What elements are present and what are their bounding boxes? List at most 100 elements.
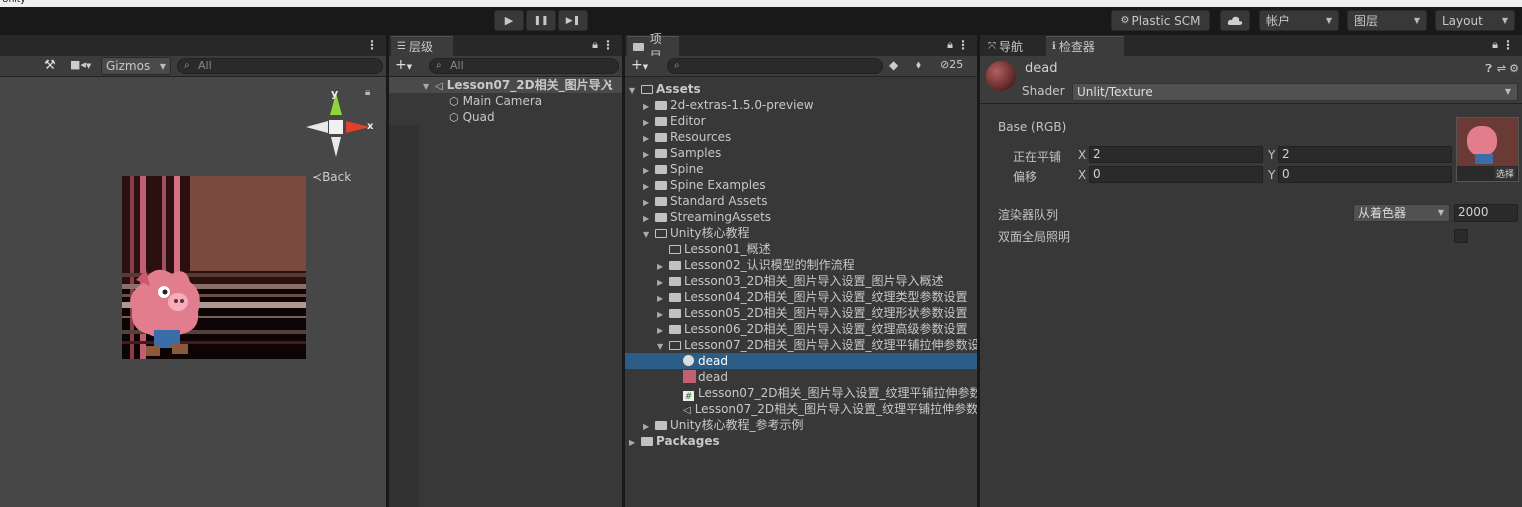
cloud-button[interactable] <box>1220 10 1250 31</box>
texture-slot[interactable]: 选择 <box>1456 117 1519 182</box>
lock-icon[interactable]: 🔒︎ <box>947 38 953 52</box>
folder-icon <box>669 261 681 270</box>
lock-icon[interactable]: 🔒︎ <box>365 87 370 98</box>
settings-gear-icon[interactable]: ⚙ <box>1509 62 1519 75</box>
folder-row[interactable]: Lesson01_概述 <box>657 241 771 257</box>
offset-x-label: X <box>1078 168 1087 182</box>
hidden-packages-toggle[interactable]: ⊘25 <box>940 58 963 71</box>
folder-row[interactable]: ▶ Spine <box>643 161 704 177</box>
folder-row[interactable]: ▶ Unity核心教程_参考示例 <box>643 417 804 433</box>
folder-row[interactable]: ▼ Unity核心教程 <box>643 225 750 241</box>
folder-icon <box>669 293 681 302</box>
folder-row[interactable]: ▶ 2d-extras-1.5.0-preview <box>643 97 814 113</box>
render-queue-value-field[interactable]: 2000 <box>1454 204 1518 222</box>
scene-search-input[interactable]: ⌕ All <box>177 58 383 74</box>
filter-by-label-icon[interactable]: ⬧ <box>916 58 921 72</box>
tab-navigation[interactable]: ⤧ 导航 <box>982 36 1044 56</box>
more-options-icon[interactable]: ⋮ <box>957 38 969 52</box>
layout-dropdown[interactable]: Layout ▼ <box>1435 10 1515 31</box>
step-button[interactable]: ▶❚ <box>558 10 588 31</box>
more-options-icon[interactable]: ⋮ <box>604 77 616 93</box>
more-options-icon[interactable]: ⋮ <box>366 38 378 52</box>
folder-row[interactable]: ▶ Lesson05_2D相关_图片导入设置_纹理形状参数设置 <box>657 305 967 321</box>
folder-icon <box>655 197 667 206</box>
offset-y-field[interactable]: 0 <box>1278 166 1452 183</box>
hierarchy-item[interactable]: ⬡ Quad <box>449 109 495 125</box>
folder-row[interactable]: ▶ StreamingAssets <box>643 209 771 225</box>
folder-row[interactable]: ▶ Editor <box>643 113 706 129</box>
camera-icon[interactable]: ■◂▼ <box>70 58 98 75</box>
folder-row[interactable]: ▶ Resources <box>643 129 731 145</box>
offset-x-field[interactable]: 0 <box>1089 166 1263 183</box>
script-icon: # <box>683 391 694 401</box>
tab-project[interactable]: 项目 <box>627 32 679 63</box>
expand-arrow-icon: ▼ <box>629 86 636 95</box>
chevron-down-icon: ▼ <box>1437 208 1444 217</box>
folder-row[interactable]: ▶ Standard Assets <box>643 193 767 209</box>
folder-row[interactable]: ▶ Samples <box>643 145 721 161</box>
tiling-y-field[interactable]: 2 <box>1278 146 1452 163</box>
tiling-x-label: X <box>1078 148 1087 162</box>
plastic-scm-button[interactable]: ⚙ Plastic SCM <box>1111 10 1210 31</box>
hierarchy-gutter <box>389 125 419 507</box>
gameobject-icon: ⬡ <box>449 111 459 124</box>
hierarchy-panel: ☰ 层级 🔒︎ ⋮ +▼ ⌕ All ▼ ◁ Lesson07_2D相关_图片导入 ⋮ … <box>389 35 622 507</box>
empty-folder-icon <box>669 245 681 254</box>
pig-character-image <box>130 269 200 356</box>
asset-row[interactable]: dead <box>683 369 728 385</box>
play-button[interactable]: ▶ <box>494 10 524 31</box>
scene-root-row[interactable]: ▼ ◁ Lesson07_2D相关_图片导入 ⋮ <box>389 77 622 93</box>
pause-button[interactable]: ❚❚ <box>526 10 556 31</box>
asset-row-selected[interactable]: dead <box>625 353 977 369</box>
cloud-icon <box>1227 16 1243 25</box>
tiling-x-field[interactable]: 2 <box>1089 146 1263 163</box>
gizmos-dropdown[interactable]: Gizmos ▼ <box>101 57 171 75</box>
more-options-icon[interactable]: ⋮ <box>602 38 614 52</box>
texture-select-button[interactable]: 选择 <box>1493 167 1516 180</box>
hierarchy-search-input[interactable]: ⌕ All <box>429 58 619 74</box>
folder-icon <box>633 42 644 51</box>
expand-arrow-icon: ▼ <box>643 230 650 239</box>
eye-slash-icon: ⊘ <box>940 58 950 71</box>
material-preview-sphere <box>986 61 1016 91</box>
material-header: dead Shader Unlit/Texture ▼ ❓︎ ⇌ ⚙ <box>980 56 1522 104</box>
back-view-label: ≺Back <box>312 170 352 184</box>
double-sided-gi-checkbox[interactable] <box>1454 229 1468 243</box>
filter-by-type-icon[interactable]: ◆ <box>889 58 898 72</box>
texture-icon <box>683 370 696 383</box>
packages-folder-row[interactable]: ▶ Packages <box>629 433 720 449</box>
folder-row[interactable]: ▶ Lesson03_2D相关_图片导入设置_图片导入概述 <box>657 273 943 289</box>
folder-icon <box>655 213 667 222</box>
account-dropdown[interactable]: 帐户 ▼ <box>1259 10 1339 31</box>
more-options-icon[interactable]: ⋮ <box>1502 38 1514 52</box>
chevron-down-icon: ▼ <box>1501 16 1508 25</box>
folder-icon <box>655 165 667 174</box>
lock-icon[interactable]: 🔒︎ <box>1492 38 1498 52</box>
hierarchy-item[interactable]: ⬡ Main Camera <box>449 93 542 109</box>
asset-row[interactable]: # Lesson07_2D相关_图片导入设置_纹理平铺拉伸参数 <box>683 385 977 401</box>
asset-row[interactable]: ◁ Lesson07_2D相关_图片导入设置_纹理平铺拉伸参数 <box>683 401 977 417</box>
help-icon[interactable]: ❓︎ <box>1485 62 1492 76</box>
add-button[interactable]: +▼ <box>395 57 412 73</box>
folder-row[interactable]: ▶ Lesson06_2D相关_图片导入设置_纹理高级参数设置 <box>657 321 967 337</box>
tab-inspector[interactable]: ℹ 检查器 <box>1046 36 1124 56</box>
shader-dropdown[interactable]: Unlit/Texture ▼ <box>1072 83 1518 101</box>
folder-row[interactable]: ▶ Lesson04_2D相关_图片导入设置_纹理类型参数设置 <box>657 289 967 305</box>
folder-icon <box>669 277 681 286</box>
double-sided-gi-label: 双面全局照明 <box>998 230 1071 244</box>
folder-row[interactable]: ▼ Lesson07_2D相关_图片导入设置_纹理平铺拉伸参数设 <box>657 337 977 353</box>
gizmo-y-label: y <box>331 87 339 100</box>
preset-icon[interactable]: ⇌ <box>1497 62 1506 75</box>
texture-thumbnail <box>1467 126 1497 156</box>
project-search-input[interactable]: ⌕ <box>667 58 883 74</box>
create-button[interactable]: +▼ <box>631 57 648 73</box>
base-rgb-label: Base (RGB) <box>998 120 1067 134</box>
render-queue-dropdown[interactable]: 从着色器 ▼ <box>1353 204 1450 222</box>
assets-folder-row[interactable]: ▼ Assets <box>629 81 701 97</box>
tab-hierarchy[interactable]: ☰ 层级 <box>391 36 453 56</box>
tools-icon[interactable]: ⚒ <box>44 58 62 75</box>
lock-icon[interactable]: 🔒︎ <box>592 38 598 52</box>
folder-row[interactable]: ▶ Lesson02_认识模型的制作流程 <box>657 257 855 273</box>
folder-row[interactable]: ▶ Spine Examples <box>643 177 766 193</box>
layers-dropdown[interactable]: 图层 ▼ <box>1347 10 1427 31</box>
